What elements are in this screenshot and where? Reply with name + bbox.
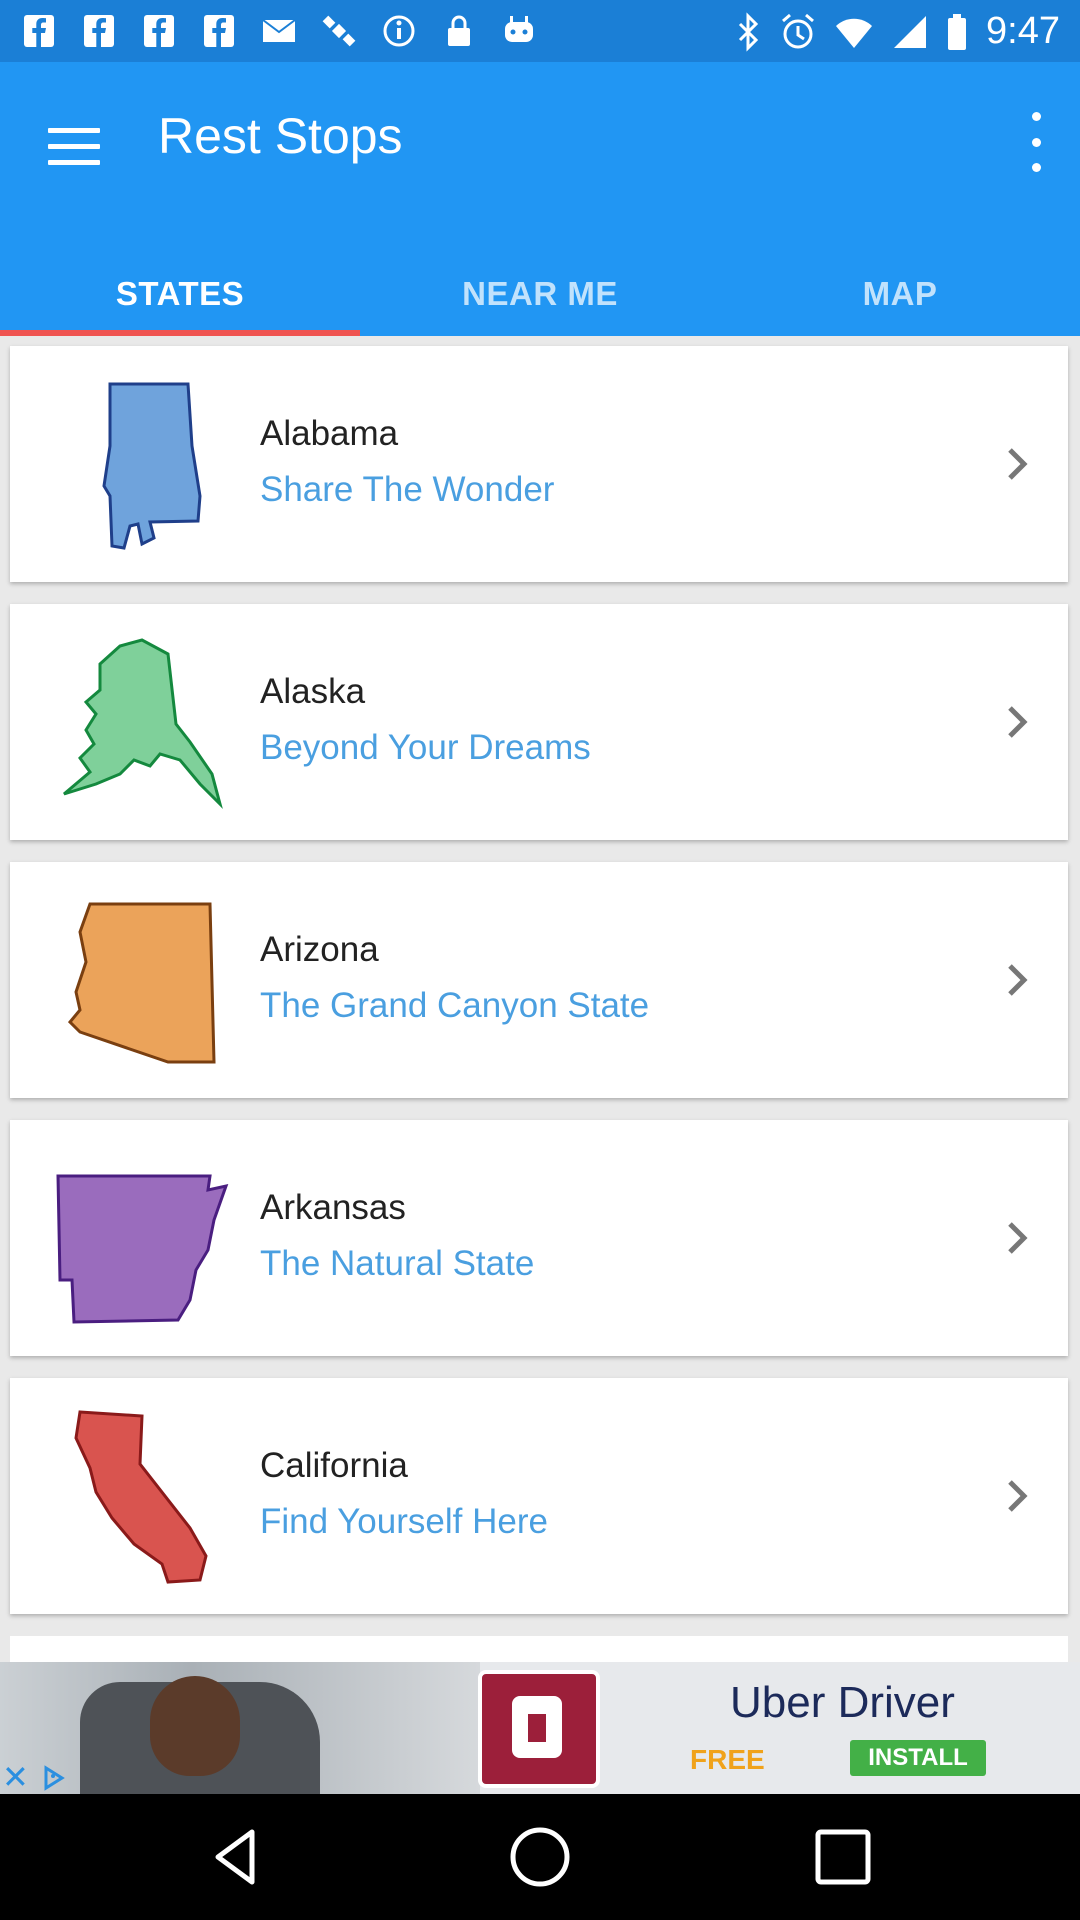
california-map-icon	[74, 1410, 208, 1584]
signal-icon	[894, 15, 927, 48]
clock: 9:47	[986, 10, 1060, 52]
state-name: California	[260, 1446, 408, 1485]
system-icons: 9:47	[736, 10, 1060, 53]
adchoices-icon[interactable]	[42, 1764, 76, 1792]
states-list: Alabama Share The Wonder Alaska Beyond Y…	[10, 346, 1068, 1676]
chevron-right-icon	[1008, 706, 1028, 738]
app-bar: Rest Stops STATES NEAR ME MAP	[0, 62, 1080, 336]
list-item[interactable]: California Find Yourself Here	[10, 1378, 1068, 1614]
state-motto: Beyond Your Dreams	[260, 728, 591, 767]
state-name: Arizona	[260, 930, 379, 969]
more-vert-icon[interactable]	[1016, 112, 1056, 172]
close-icon[interactable]: ✕	[2, 1761, 32, 1793]
wifi-icon	[836, 18, 873, 48]
alarm-icon	[782, 13, 815, 48]
tab-map[interactable]: MAP	[720, 252, 1080, 336]
list-item[interactable]: Alabama Share The Wonder	[10, 346, 1068, 582]
state-name: Arkansas	[260, 1188, 406, 1227]
info-icon	[383, 15, 415, 47]
list-item[interactable]: Arkansas The Natural State	[10, 1120, 1068, 1356]
ad-banner[interactable]: Uber Driver FREE INSTALL ✕	[0, 1662, 1080, 1794]
alabama-map-icon	[102, 382, 202, 550]
ad-brand: Uber Driver	[730, 1678, 955, 1727]
state-name: Alaska	[260, 672, 366, 711]
ad-free-label: FREE	[690, 1744, 765, 1775]
notification-icons	[22, 12, 536, 50]
tab-near-me[interactable]: NEAR ME	[360, 252, 720, 336]
chevron-right-icon	[1008, 1480, 1028, 1512]
navigation-bar	[0, 1794, 1080, 1920]
arkansas-map-icon	[56, 1174, 229, 1324]
satellite-icon	[322, 15, 356, 47]
state-motto: The Grand Canyon State	[260, 986, 650, 1025]
state-motto: Find Yourself Here	[260, 1502, 548, 1541]
alaska-map-icon	[63, 638, 223, 810]
tab-bar: STATES NEAR ME MAP	[0, 252, 1080, 336]
email-icon	[262, 19, 296, 42]
tab-indicator	[0, 330, 360, 336]
facebook-icon	[84, 15, 114, 47]
facebook-icon	[24, 15, 54, 47]
home-icon[interactable]	[507, 1824, 573, 1890]
back-icon[interactable]	[204, 1824, 270, 1890]
chevron-right-icon	[1008, 448, 1028, 480]
lock-icon	[448, 15, 470, 46]
recents-icon[interactable]	[810, 1824, 876, 1890]
list-item[interactable]: Alaska Beyond Your Dreams	[10, 604, 1068, 840]
list-item[interactable]: Arizona The Grand Canyon State	[10, 862, 1068, 1098]
status-bar: 9:47	[0, 0, 1080, 62]
state-motto: The Natural State	[260, 1244, 535, 1283]
ad-install-button[interactable]: INSTALL	[850, 1740, 986, 1776]
chevron-right-icon	[1008, 964, 1028, 996]
facebook-icon	[204, 15, 234, 47]
hamburger-icon[interactable]	[48, 120, 100, 172]
page-title: Rest Stops	[158, 108, 403, 164]
tab-states[interactable]: STATES	[0, 252, 360, 336]
chevron-right-icon	[1008, 1222, 1028, 1254]
battery-icon	[948, 13, 967, 50]
bluetooth-icon	[738, 11, 759, 52]
uber-logo	[478, 1670, 600, 1788]
arizona-map-icon	[67, 902, 216, 1064]
state-name: Alabama	[260, 414, 399, 453]
facebook-icon	[144, 15, 174, 47]
robot-icon	[505, 16, 533, 42]
state-motto: Share The Wonder	[260, 470, 555, 509]
